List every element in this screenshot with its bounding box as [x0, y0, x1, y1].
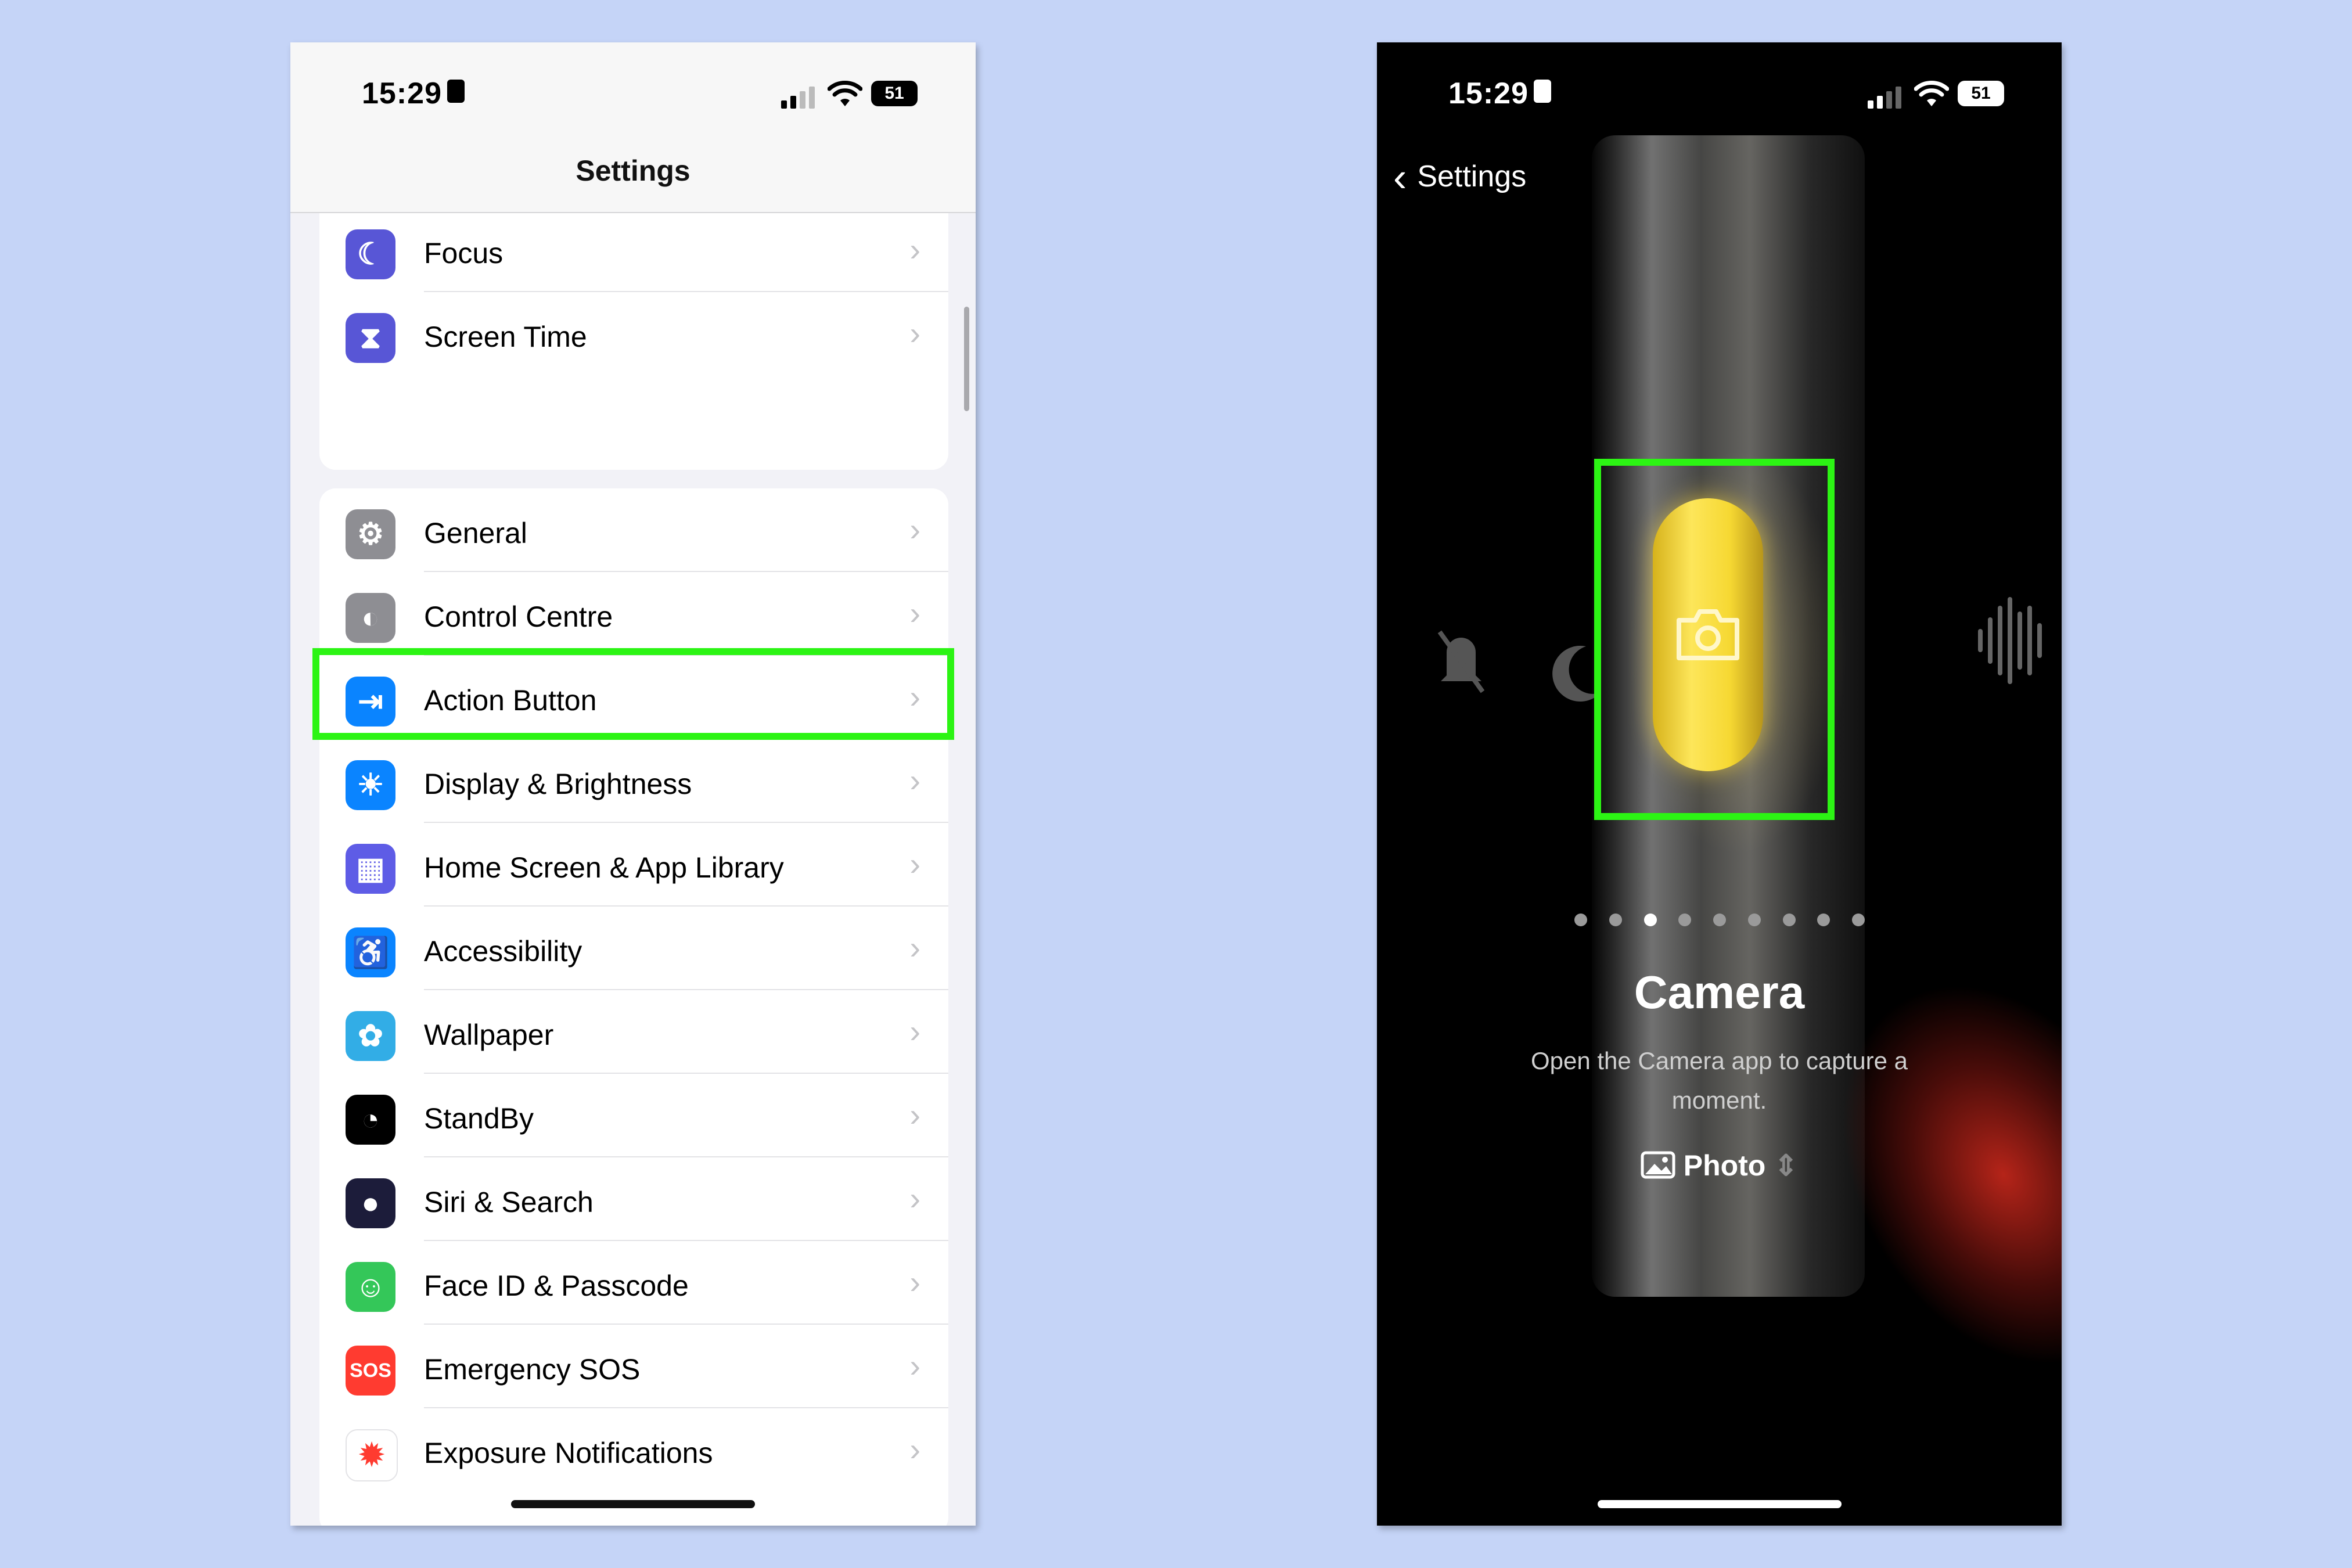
settings-row-label: Display & Brightness	[424, 768, 692, 800]
exposure-icon: ✹	[346, 1429, 398, 1481]
settings-row-face-id-passcode[interactable]: ☺ Face ID & Passcode ›	[319, 1241, 948, 1325]
settings-row-label: Exposure Notifications	[424, 1437, 713, 1469]
mode-option-label: Photo	[1683, 1149, 1766, 1182]
settings-row-label: Screen Time	[424, 321, 587, 353]
settings-row-exposure-notifications[interactable]: ✹ Exposure Notifications ›	[319, 1408, 948, 1492]
settings-group-2: ⚙ General › ◐ Control Centre › ⇥ Action Button ›…	[319, 488, 948, 1526]
siri-icon: ●	[346, 1178, 395, 1228]
settings-row-label: Face ID & Passcode	[424, 1269, 689, 1302]
page-indicator[interactable]	[1574, 914, 1865, 931]
sound-wave-icon[interactable]	[1975, 594, 2051, 687]
settings-row-label: Focus	[424, 237, 504, 269]
photo-icon	[1641, 1151, 1675, 1179]
settings-row-label: Control Centre	[424, 600, 613, 633]
action-button-highlight	[312, 648, 954, 740]
chevron-right-icon: ›	[909, 846, 920, 882]
scrollbar[interactable]	[964, 307, 969, 411]
settings-row-label: Accessibility	[424, 935, 582, 968]
settings-row-emergency-sos[interactable]: SOS Emergency SOS ›	[319, 1325, 948, 1408]
cellular-signal-icon	[781, 87, 815, 109]
page-dot[interactable]	[1713, 914, 1726, 926]
chevron-right-icon: ›	[909, 1013, 920, 1049]
toggles-icon: ◐	[346, 593, 395, 643]
battery-icon: 51	[871, 81, 918, 106]
page-dot[interactable]	[1609, 914, 1622, 926]
settings-row-label: General	[424, 517, 527, 549]
back-button[interactable]: ‹ Settings	[1393, 154, 1526, 200]
page-dot[interactable]	[1852, 914, 1865, 926]
settings-row-label: Wallpaper	[424, 1019, 554, 1051]
id-badge-icon	[1534, 80, 1551, 103]
chevron-up-down-icon: ⇕	[1774, 1149, 1799, 1182]
hourglass-icon: ⧗	[346, 313, 395, 363]
id-badge-icon	[447, 80, 465, 103]
flower-icon: ✿	[346, 1011, 395, 1061]
page-dot[interactable]	[1747, 914, 1761, 926]
gear-icon: ⚙	[346, 509, 395, 559]
cellular-signal-icon	[1868, 87, 1901, 109]
battery-icon: 51	[1958, 81, 2004, 106]
mode-option-selector[interactable]: Photo ⇕	[1377, 1149, 2062, 1182]
home-indicator[interactable]	[1598, 1500, 1842, 1508]
navigation-bar: 15:29 51 Settings	[290, 42, 976, 213]
settings-row-focus[interactable]: ☾ Focus ›	[319, 208, 948, 292]
status-time: 15:29	[362, 77, 442, 110]
page-dot[interactable]	[1643, 914, 1657, 926]
mode-description: Open the Camera app to capture a moment.	[1530, 1047, 1908, 1114]
settings-row-siri-search[interactable]: ● Siri & Search ›	[319, 1157, 948, 1241]
chevron-right-icon: ›	[909, 231, 920, 268]
settings-row-general[interactable]: ⚙ General ›	[319, 488, 948, 572]
page-dot[interactable]	[1782, 914, 1796, 926]
settings-row-display-brightness[interactable]: ☀ Display & Brightness ›	[319, 739, 948, 823]
chevron-right-icon: ›	[909, 595, 920, 631]
settings-row-screen-time[interactable]: ⧗ Screen Time ›	[319, 292, 948, 376]
chevron-right-icon: ›	[909, 315, 920, 351]
settings-row-wallpaper[interactable]: ✿ Wallpaper ›	[319, 990, 948, 1074]
page-title: Settings	[576, 154, 691, 187]
page-dot[interactable]	[1678, 914, 1692, 926]
sun-icon: ☀	[346, 760, 395, 810]
sos-icon: SOS	[346, 1346, 395, 1396]
face-id-icon: ☺	[346, 1262, 395, 1312]
chevron-right-icon: ›	[909, 1431, 920, 1468]
moon-icon: ☾	[346, 229, 395, 279]
page-dot[interactable]	[1574, 914, 1587, 926]
chevron-right-icon: ›	[909, 1264, 920, 1300]
settings-row-control-centre[interactable]: ◐ Control Centre ›	[319, 572, 948, 656]
camera-button-highlight	[1594, 459, 1835, 820]
page-dot[interactable]	[1817, 914, 1830, 926]
settings-group-1: ♪Sounds & Haptics›☾Focus›⧗Screen Time›	[319, 176, 948, 470]
chevron-right-icon: ›	[909, 762, 920, 799]
settings-row-label: Emergency SOS	[424, 1353, 641, 1386]
settings-row-label: Siri & Search	[424, 1186, 594, 1218]
settings-row-home-screen-app-library[interactable]: ▦ Home Screen & App Library ›	[319, 823, 948, 907]
accessibility-icon: ♿	[346, 927, 395, 977]
chevron-right-icon: ›	[909, 511, 920, 548]
chevron-right-icon: ›	[909, 1347, 920, 1384]
chevron-right-icon: ›	[909, 1180, 920, 1217]
status-time: 15:29	[1448, 77, 1529, 110]
bell-slash-icon[interactable]	[1435, 623, 1487, 699]
settings-screen: 15:29 51 Settings ♪Sounds & Haptics›☾Foc…	[290, 42, 976, 1526]
back-label: Settings	[1417, 160, 1527, 193]
chevron-right-icon: ›	[909, 1096, 920, 1133]
settings-row-label: StandBy	[424, 1102, 534, 1135]
chevron-left-icon: ‹	[1393, 154, 1407, 200]
mode-title: Camera	[1634, 966, 1805, 1018]
wifi-icon	[1914, 81, 1949, 106]
home-indicator[interactable]	[511, 1500, 755, 1508]
chevron-right-icon: ›	[909, 929, 920, 966]
settings-row-accessibility[interactable]: ♿ Accessibility ›	[319, 907, 948, 990]
app-grid-icon: ▦	[346, 844, 395, 894]
wifi-icon	[828, 81, 862, 106]
settings-row-label: Home Screen & App Library	[424, 851, 784, 884]
settings-row-standby[interactable]: ◔ StandBy ›	[319, 1074, 948, 1157]
standby-icon: ◔	[346, 1095, 395, 1145]
